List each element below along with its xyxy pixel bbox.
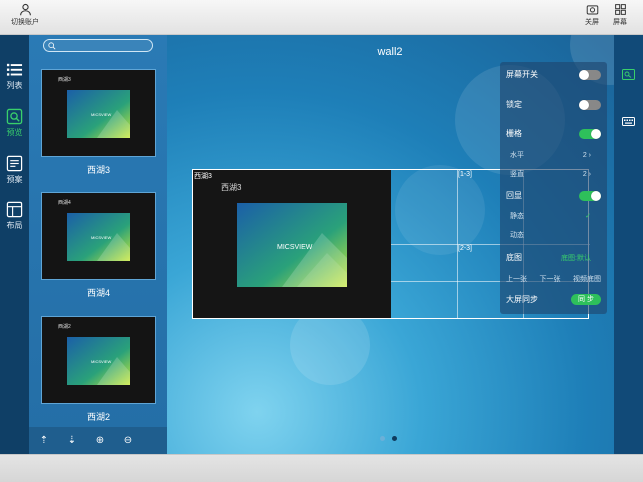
page-dot-active[interactable] — [392, 436, 397, 441]
nav-label-list: 列表 — [6, 81, 23, 90]
list-toolbar: ⇡ ⇣ ⊕ ⊖ — [29, 427, 167, 454]
base-image-value: 底图:默认 — [561, 254, 591, 262]
video-preview-image: MICSVIEW — [67, 337, 130, 385]
source-thumbnail-1[interactable]: 西湖3 MICSVIEW 西湖3 — [41, 69, 156, 176]
user-icon — [19, 3, 31, 16]
close-screen-button[interactable]: 关屏 — [585, 3, 599, 27]
grid-icon — [614, 4, 626, 15]
lock-toggle[interactable] — [579, 99, 601, 110]
next-image-button[interactable]: 下一张 — [540, 274, 561, 284]
window-name: 西湖3 — [221, 183, 242, 192]
search-icon — [48, 42, 56, 50]
window-tag: 西湖3 — [194, 173, 212, 180]
wall-preview-icon[interactable] — [622, 69, 635, 80]
switch-user-button[interactable]: 切换账户 — [11, 3, 39, 27]
layout-icon — [6, 201, 23, 218]
thumbnail-caption: 西湖2 — [86, 412, 110, 422]
page-dot[interactable] — [380, 436, 385, 441]
dynamic-label: 动态 — [510, 232, 524, 239]
nav-label-preview: 预览 — [6, 128, 23, 137]
base-image-label: 底图 — [506, 253, 522, 262]
thumbnail-logo: MICSVIEW — [91, 235, 111, 240]
settings-panel: 屏幕开关 锁定 栅格 水平 2 › 竖直 2 › 回显 静态 ✓ 动态 底图 底… — [500, 62, 607, 314]
thumbnail-screen: 西湖3 MICSVIEW — [41, 69, 156, 157]
grid-label: 栅格 — [506, 129, 522, 138]
source-list: 西湖3 MICSVIEW 西湖3 西湖4 MICSVIEW 西湖4 西湖2 MI… — [29, 35, 167, 454]
source-thumbnail-3[interactable]: 西湖2 MICSVIEW 西湖2 — [41, 316, 156, 423]
check-icon: ✓ — [585, 213, 591, 220]
video-preview-image: MICSVIEW — [67, 213, 130, 261]
thumbnail-logo: MICSVIEW — [91, 112, 111, 117]
screen-switch-toggle[interactable] — [579, 69, 601, 80]
grid-toggle[interactable] — [579, 128, 601, 139]
list-icon — [6, 63, 23, 76]
thumbnail-caption: 西湖3 — [86, 165, 110, 175]
base-image-controls: 上一张 下一张 视频底图 — [506, 274, 601, 284]
sort-descending-icon[interactable]: ⇣ — [65, 435, 79, 446]
page-indicator[interactable] — [380, 436, 397, 441]
screen-switch-row: 屏幕开关 — [506, 69, 601, 80]
top-bar: 切换账户 关屏 屏幕 — [0, 0, 643, 35]
screen-label: 屏幕 — [613, 19, 627, 26]
screen-button[interactable]: 屏幕 — [613, 3, 627, 27]
window-logo: MICSVIEW — [277, 244, 313, 251]
switch-user-label: 切换账户 — [11, 19, 39, 26]
cell-label: [1-3] — [458, 171, 473, 178]
workspace: 列表 预览 预案 布局 西湖3 MICSVIEW 西湖3 西湖4 MICSVIE… — [0, 35, 643, 454]
thumbnail-logo: MICSVIEW — [91, 359, 111, 364]
keyboard-icon[interactable] — [622, 116, 635, 127]
lock-row: 锁定 — [506, 99, 601, 110]
thumbnail-mini-label: 西湖2 — [58, 324, 71, 330]
vertical-label: 竖直 — [510, 171, 524, 178]
source-thumbnail-2[interactable]: 西湖4 MICSVIEW 西湖4 — [41, 192, 156, 299]
thumbnail-mini-label: 西湖4 — [58, 200, 71, 206]
sort-ascending-icon[interactable]: ⇡ — [37, 435, 51, 446]
nav-label-layout: 布局 — [6, 221, 23, 230]
thumbnail-screen: 西湖2 MICSVIEW — [41, 316, 156, 404]
sync-button[interactable]: 同 步 — [571, 294, 601, 305]
close-screen-label: 关屏 — [585, 19, 599, 26]
plan-icon — [6, 155, 23, 172]
horizontal-row[interactable]: 水平 2 › — [510, 150, 591, 160]
left-nav: 列表 预览 预案 布局 — [0, 35, 29, 454]
horizontal-label: 水平 — [510, 152, 524, 159]
wall-window[interactable]: 西湖3 西湖3 MICSVIEW — [193, 170, 391, 318]
video-base-button[interactable]: 视频底图 — [573, 274, 601, 284]
grid-row: 栅格 — [506, 128, 601, 139]
page-title: wall2 — [377, 46, 403, 58]
echo-toggle[interactable] — [579, 190, 601, 201]
bottom-bar — [0, 454, 643, 482]
sync-row: 大屏同步 同 步 — [506, 294, 601, 305]
sync-label: 大屏同步 — [506, 295, 538, 304]
vertical-row[interactable]: 竖直 2 › — [510, 169, 591, 179]
camera-icon — [586, 5, 598, 15]
right-toolbar — [614, 35, 643, 454]
vertical-value: 2 › — [582, 170, 591, 178]
video-preview-image: MICSVIEW — [67, 90, 130, 138]
horizontal-value: 2 › — [582, 151, 591, 159]
nav-item-plan[interactable]: 预案 — [0, 155, 29, 185]
nav-item-preview[interactable]: 预览 — [0, 108, 29, 138]
nav-label-plan: 预案 — [6, 175, 23, 184]
static-row[interactable]: 静态 ✓ — [510, 211, 591, 221]
add-icon[interactable]: ⊕ — [93, 435, 107, 446]
prev-image-button[interactable]: 上一张 — [506, 274, 527, 284]
echo-label: 回显 — [506, 191, 522, 200]
nav-item-list[interactable]: 列表 — [0, 61, 29, 91]
preview-icon — [6, 108, 23, 125]
lock-label: 锁定 — [506, 100, 522, 109]
remove-icon[interactable]: ⊖ — [121, 435, 135, 446]
thumbnail-caption: 西湖4 — [86, 288, 110, 298]
static-label: 静态 — [510, 213, 524, 220]
dynamic-row[interactable]: 动态 — [510, 230, 591, 240]
screen-switch-label: 屏幕开关 — [506, 70, 538, 79]
base-image-row[interactable]: 底图 底图:默认 — [506, 252, 601, 263]
thumbnail-mini-label: 西湖3 — [58, 77, 71, 83]
echo-row: 回显 — [506, 190, 601, 201]
cell-label: [2-3] — [458, 245, 473, 252]
video-preview-image: MICSVIEW — [237, 203, 347, 287]
search-input[interactable] — [43, 39, 153, 52]
nav-item-layout[interactable]: 布局 — [0, 201, 29, 231]
thumbnail-screen: 西湖4 MICSVIEW — [41, 192, 156, 280]
